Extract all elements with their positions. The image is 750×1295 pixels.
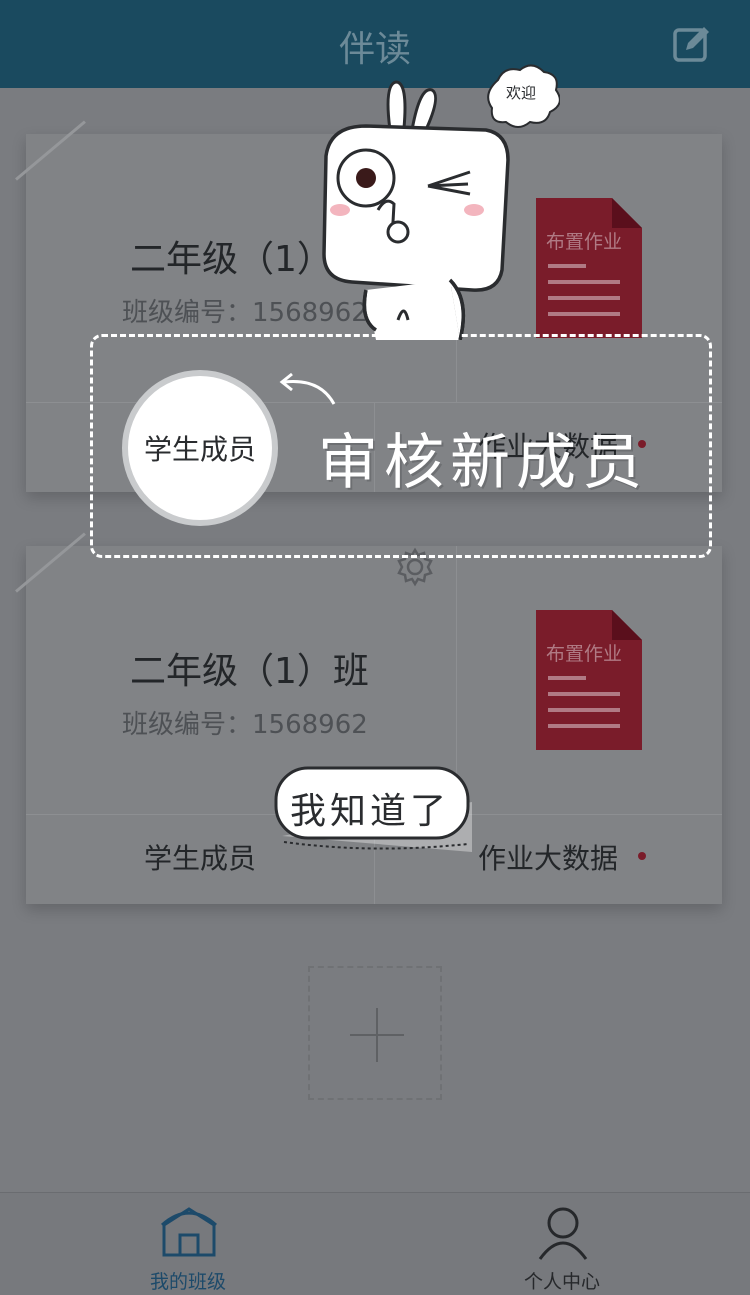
svg-text:布置作业: 布置作业 (546, 643, 622, 665)
nav-my-classes[interactable]: 我的班级 (88, 1193, 288, 1295)
curved-arrow-icon (279, 372, 336, 405)
class-code: 班级编号：1568962 (122, 710, 368, 740)
highlighted-student-members-button[interactable]: 学生成员 (122, 370, 278, 526)
class-name: 二年级（1）班 (130, 651, 369, 692)
unread-dot (638, 852, 646, 860)
assign-homework-button[interactable]: 布置作业 (536, 610, 642, 750)
edit-icon[interactable] (672, 24, 712, 64)
nav-label: 我的班级 (149, 1271, 226, 1293)
bottom-nav: 我的班级 个人中心 (0, 1192, 750, 1295)
welcome-bubble: 欢迎 (487, 64, 560, 128)
mascot-illustration: 欢迎 (322, 64, 560, 340)
user-icon (538, 1207, 588, 1260)
guide-hint-text: 审核新成员 (318, 428, 648, 498)
plus-icon (350, 1008, 404, 1062)
got-it-label: 我知道了 (290, 791, 451, 832)
got-it-button[interactable]: 我知道了 (272, 762, 476, 852)
nav-personal-center[interactable]: 个人中心 (462, 1193, 662, 1295)
add-class-button[interactable] (308, 966, 442, 1100)
corner-decoration (15, 532, 86, 593)
nav-label: 个人中心 (523, 1271, 600, 1293)
svg-text:欢迎: 欢迎 (506, 84, 536, 102)
corner-decoration (15, 120, 86, 181)
home-icon (161, 1207, 217, 1257)
highlight-label: 学生成员 (143, 433, 256, 466)
